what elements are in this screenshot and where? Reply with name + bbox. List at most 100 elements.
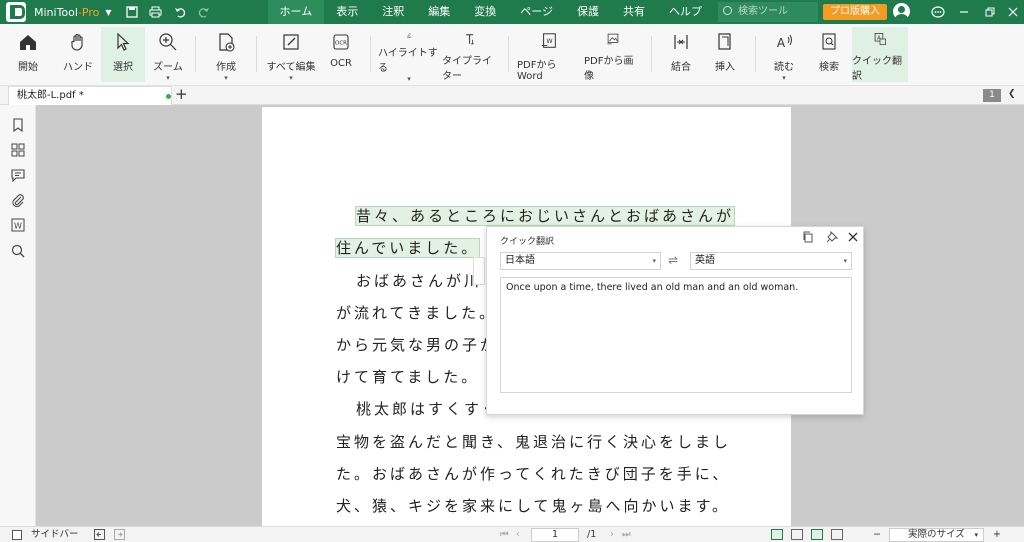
search-label: 検索 bbox=[819, 62, 839, 73]
text-line-5[interactable]: から元気な男の子が bbox=[336, 334, 498, 355]
target-language-select[interactable]: 英語 ▾ bbox=[690, 252, 852, 270]
word-convert-icon[interactable]: W bbox=[10, 217, 26, 233]
text-line-10[interactable]: 犬、猿、キジを家来にして鬼ヶ島へ向かいます。 bbox=[336, 495, 730, 516]
ocr-label: OCR bbox=[330, 58, 352, 69]
copy-icon[interactable] bbox=[801, 231, 815, 245]
undo-icon[interactable] bbox=[168, 0, 192, 24]
ribbon-divider bbox=[755, 36, 756, 72]
grid-view-icon[interactable] bbox=[831, 529, 843, 540]
comment-icon[interactable] bbox=[10, 167, 26, 183]
read-aloud-button[interactable]: A 読む ▾ bbox=[765, 27, 803, 82]
save-icon[interactable] bbox=[120, 0, 144, 24]
insert-button[interactable]: 挿入 bbox=[706, 27, 744, 82]
create-button[interactable]: 作成 ▾ bbox=[206, 27, 246, 82]
continuous-view-icon[interactable] bbox=[811, 529, 823, 540]
search-button[interactable]: 検索 bbox=[810, 27, 848, 82]
text-line-3[interactable]: おばあさんが川 bbox=[356, 270, 482, 291]
pdf-to-image-button[interactable]: PDFから画像 bbox=[584, 27, 642, 82]
text-line-8[interactable]: 宝物を盗んだと聞き、鬼退治に行く決心をしまし bbox=[336, 431, 731, 452]
two-page-view-icon[interactable] bbox=[791, 529, 803, 540]
menu-share[interactable]: 共有 bbox=[611, 0, 657, 24]
zoom-select-value: 実際のサイズ bbox=[908, 529, 965, 540]
menu-protect[interactable]: 保護 bbox=[565, 0, 611, 24]
document-tab[interactable]: 桃太郎-L.pdf * bbox=[8, 86, 172, 105]
source-language-select[interactable]: 日本語 ▾ bbox=[500, 252, 661, 270]
single-page-view-icon[interactable] bbox=[771, 529, 783, 540]
close-window-icon[interactable] bbox=[1000, 0, 1024, 24]
prev-page-icon[interactable]: ‹ bbox=[516, 528, 520, 542]
ribbon-divider bbox=[256, 36, 257, 72]
chevron-down-icon: ▾ bbox=[974, 531, 978, 539]
edit-all-button[interactable]: すべて編集 ▾ bbox=[264, 27, 318, 82]
search-panel-icon[interactable] bbox=[10, 243, 26, 259]
page-number-input[interactable]: 1 bbox=[531, 528, 579, 542]
menu-help[interactable]: ヘルプ bbox=[657, 0, 714, 24]
text-line-4[interactable]: が流れてきました。 bbox=[336, 302, 497, 323]
app-menu-caret-icon[interactable]: ▼ bbox=[105, 8, 111, 17]
hand-tool-button[interactable]: ハンド bbox=[58, 27, 98, 82]
edit-all-label: すべて編集 bbox=[266, 62, 316, 73]
select-label: 選択 bbox=[113, 62, 133, 73]
pdf-to-word-button[interactable]: W PDFからWord bbox=[517, 27, 581, 82]
pdf-to-image-icon bbox=[607, 33, 619, 45]
menu-edit[interactable]: 編集 bbox=[416, 0, 462, 24]
app-logo-icon bbox=[6, 2, 26, 22]
open-button[interactable]: 開始 bbox=[8, 27, 48, 82]
search-placeholder: 検索ツール bbox=[737, 6, 788, 17]
back-icon[interactable] bbox=[94, 528, 105, 542]
text-line-1[interactable]: 昔々、あるところにおじいさんとおばあさんが bbox=[354, 205, 736, 226]
text-line-2[interactable]: 住んでいました。 bbox=[334, 237, 481, 258]
translate-icon: A bbox=[874, 33, 886, 45]
text-line-6[interactable]: けて育てました。 bbox=[336, 366, 479, 387]
home-icon bbox=[20, 35, 36, 50]
menu-annotate[interactable]: 注釈 bbox=[370, 0, 416, 24]
user-avatar-icon[interactable] bbox=[893, 3, 910, 20]
bookmark-icon[interactable] bbox=[10, 117, 26, 133]
swap-languages-icon[interactable]: ⇌ bbox=[668, 253, 678, 267]
menu-view[interactable]: 表示 bbox=[324, 0, 370, 24]
zoom-out-icon[interactable]: − bbox=[873, 528, 881, 542]
quick-translate-label: クイック翻訳 bbox=[852, 56, 902, 82]
zoom-select[interactable]: 実際のサイズ ▾ bbox=[889, 528, 984, 542]
highlight-button[interactable]: ハイライトする ▾ bbox=[378, 27, 440, 83]
quick-translate-button[interactable]: A クイック翻訳 bbox=[852, 27, 908, 82]
svg-text:W: W bbox=[14, 222, 22, 231]
selection-handle[interactable] bbox=[473, 257, 485, 285]
select-tool-button[interactable]: 選択 bbox=[101, 27, 145, 82]
chat-icon[interactable] bbox=[925, 0, 951, 24]
next-page-icon[interactable]: › bbox=[610, 528, 614, 542]
read-dropdown-icon: ▾ bbox=[782, 74, 786, 82]
new-tab-icon[interactable]: + bbox=[175, 86, 188, 103]
attachment-icon[interactable] bbox=[10, 192, 26, 208]
first-page-icon[interactable]: ⏮ bbox=[500, 528, 509, 542]
typewriter-button[interactable]: タイプライター bbox=[442, 27, 500, 82]
thumbnails-icon[interactable] bbox=[10, 142, 26, 158]
zoom-in-icon[interactable]: + bbox=[993, 528, 1001, 542]
hand-icon bbox=[71, 33, 83, 51]
redo-icon[interactable] bbox=[192, 0, 216, 24]
ocr-button[interactable]: OCR OCR bbox=[321, 27, 361, 82]
menu-page[interactable]: ページ bbox=[508, 0, 565, 24]
merge-button[interactable]: 結合 bbox=[662, 27, 700, 82]
last-page-icon[interactable]: ⏭ bbox=[622, 528, 631, 542]
close-icon[interactable] bbox=[846, 231, 860, 245]
minimize-icon[interactable] bbox=[951, 0, 977, 24]
zoom-button[interactable]: ズーム ▾ bbox=[148, 27, 188, 82]
forward-icon[interactable] bbox=[114, 528, 125, 542]
tool-search-input[interactable]: 検索ツール bbox=[717, 2, 818, 22]
merge-label: 結合 bbox=[671, 62, 691, 73]
tab-list-chevron-icon[interactable]: ❮ bbox=[1008, 89, 1016, 99]
open-label: 開始 bbox=[18, 62, 38, 73]
highlight-dropdown-icon: ▾ bbox=[407, 75, 411, 83]
sidebar-checkbox[interactable] bbox=[12, 530, 22, 540]
menu-convert[interactable]: 変換 bbox=[462, 0, 508, 24]
text-line-7[interactable]: 桃太郎はすくすく bbox=[356, 398, 500, 419]
buy-pro-button[interactable]: プロ版購入 bbox=[823, 4, 887, 20]
menu-home[interactable]: ホーム bbox=[267, 0, 325, 24]
pin-icon[interactable] bbox=[825, 230, 839, 245]
document-search-icon bbox=[822, 33, 836, 50]
edit-all-dropdown-icon: ▾ bbox=[289, 74, 293, 82]
translation-output[interactable]: Once upon a time, there lived an old man… bbox=[500, 277, 852, 393]
print-icon[interactable] bbox=[144, 0, 168, 24]
text-line-9[interactable]: た。おばあさんが作ってくれたきび団子を手に、 bbox=[336, 463, 730, 484]
